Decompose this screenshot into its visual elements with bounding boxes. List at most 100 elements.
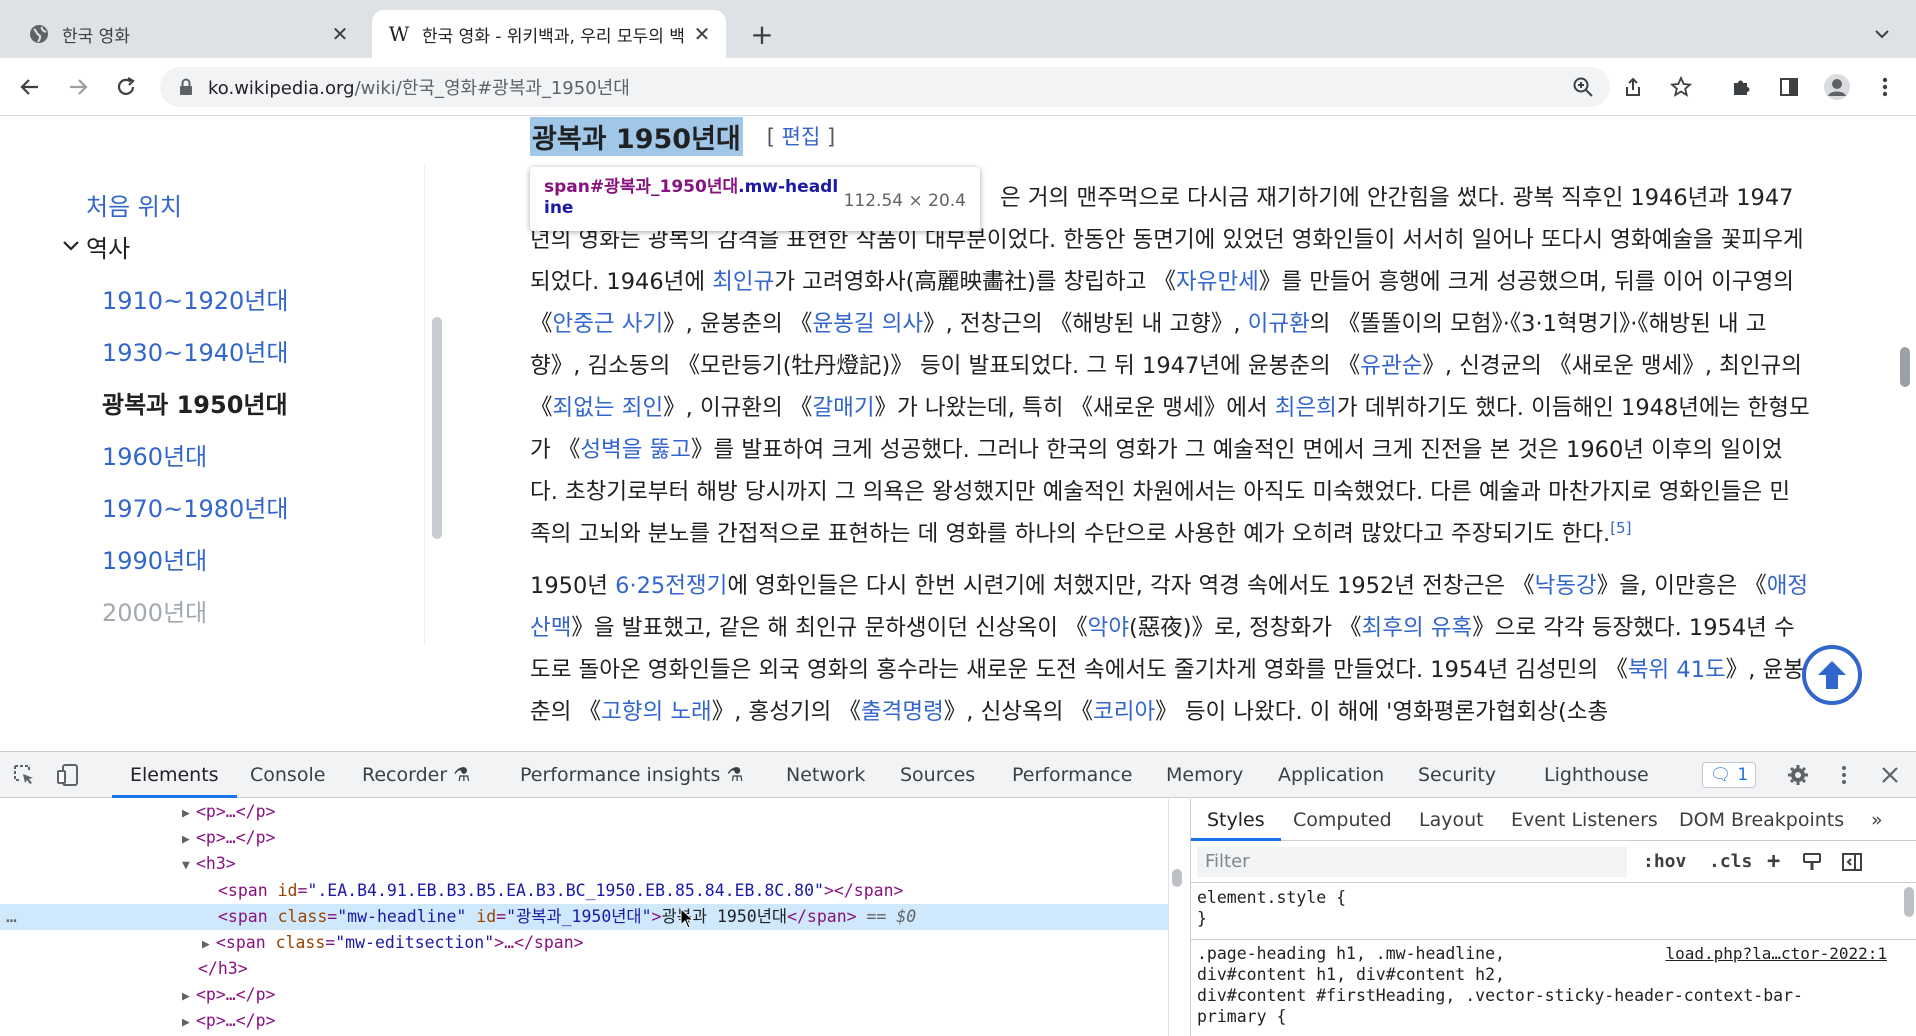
tab-elements[interactable]: Elements: [112, 752, 237, 798]
toggle-sidebar-icon[interactable]: [1841, 847, 1863, 877]
inspect-element-icon[interactable]: [10, 761, 38, 789]
tab-recorder[interactable]: Recorder ⚗: [362, 752, 470, 798]
address-bar[interactable]: ko.wikipedia.org/wiki/한국_영화#광복과_1950년대: [160, 67, 1610, 107]
rule-selector[interactable]: div#content #firstHeading, .vector-stick…: [1197, 985, 1897, 1006]
article-link[interactable]: 죄없는 죄인: [553, 395, 664, 421]
dom-node-p[interactable]: ▶ <p>…</p>: [0, 1008, 1168, 1034]
toc-item[interactable]: 1990년대: [102, 541, 207, 576]
profile-avatar-icon[interactable]: [1822, 72, 1852, 102]
article-link[interactable]: 안중근 사기: [553, 311, 664, 337]
dom-node-p[interactable]: ▶ <p>…</p>: [0, 982, 1168, 1008]
close-icon[interactable]: ✕: [326, 20, 354, 48]
reload-icon[interactable]: [108, 69, 144, 105]
back-icon[interactable]: [12, 69, 48, 105]
dom-node-selected[interactable]: … <span class="mw-headline" id="광복과_1950년…: [0, 904, 1168, 930]
scroll-to-top-button[interactable]: [1802, 645, 1862, 705]
article-link[interactable]: 갈매기: [812, 395, 874, 421]
rule-selector[interactable]: primary {: [1197, 1006, 1897, 1027]
extensions-icon[interactable]: [1726, 72, 1756, 102]
dom-node-p[interactable]: ▶ <p>…</p>: [0, 799, 1168, 825]
page-scrollbar[interactable]: [1900, 347, 1910, 387]
article-text: 》가 나왔는데, 특히 《새로운 맹세》에서: [874, 395, 1275, 421]
toc-item[interactable]: 2000년대: [102, 593, 207, 628]
browser-tab-active[interactable]: W 한국 영화 - 위키백과, 우리 모두의 백 ✕: [372, 10, 726, 58]
tab-security[interactable]: Security: [1418, 752, 1496, 798]
rule-element-style[interactable]: element.style {: [1197, 887, 1897, 908]
toc-item[interactable]: 1930~1940년대: [102, 333, 288, 368]
dom-node-h3[interactable]: ▼ <h3>: [0, 851, 1168, 877]
cls-toggle[interactable]: .cls: [1709, 847, 1752, 877]
dom-node-span[interactable]: ▶ <span class="mw-editsection">…</span>: [0, 930, 1168, 956]
tooltip-size: 112.54 × 20.4: [843, 191, 966, 211]
toc-item[interactable]: 1910~1920년대: [102, 281, 288, 316]
tab-lighthouse[interactable]: Lighthouse: [1544, 752, 1649, 798]
article-link[interactable]: 북위 41도: [1628, 657, 1726, 683]
toc-scrollbar[interactable]: [432, 317, 442, 539]
hov-toggle[interactable]: :hov: [1643, 847, 1686, 877]
tab-performance-insights[interactable]: Performance insights ⚗: [520, 752, 743, 798]
toc-item[interactable]: 1960년대: [102, 437, 207, 472]
more-menu-icon[interactable]: [1870, 72, 1900, 102]
close-icon[interactable]: ✕: [688, 20, 716, 48]
side-panel-icon[interactable]: [1774, 72, 1804, 102]
rule-source-link[interactable]: load.php?la…ctor-2022:1: [1665, 943, 1887, 964]
style-rules: element.style { } .page-heading h1, .mw-…: [1191, 887, 1916, 1027]
article-link[interactable]: 악야: [1088, 615, 1129, 641]
chevron-down-icon[interactable]: [60, 235, 82, 257]
settings-gear-icon[interactable]: [1784, 761, 1812, 789]
article-link[interactable]: 이규환: [1248, 311, 1310, 337]
toc-item[interactable]: 1970~1980년대: [102, 489, 288, 524]
styles-scrollbar[interactable]: [1904, 887, 1914, 917]
tab-console[interactable]: Console: [250, 752, 325, 798]
device-toolbar-icon[interactable]: [54, 761, 82, 789]
close-devtools-icon[interactable]: [1876, 761, 1904, 789]
dom-node-p[interactable]: ▶ <p>…</p>: [0, 825, 1168, 851]
article-link[interactable]: 코리아: [1093, 699, 1155, 725]
more-options-icon[interactable]: [1830, 761, 1858, 789]
article-link[interactable]: 최인규: [712, 269, 774, 295]
tab-network[interactable]: Network: [786, 752, 865, 798]
tab-application[interactable]: Application: [1278, 752, 1384, 798]
zoom-icon[interactable]: [1570, 74, 1596, 100]
dom-node-h3-close[interactable]: </h3>: [0, 956, 1168, 982]
issues-badge[interactable]: 🗨 1: [1702, 762, 1756, 788]
new-rule-icon[interactable]: +: [1767, 847, 1780, 877]
tab-computed[interactable]: Computed: [1293, 799, 1392, 841]
styles-filter-row: Filter :hov .cls +: [1191, 841, 1916, 883]
tab-styles[interactable]: Styles: [1191, 799, 1281, 841]
article-link[interactable]: 최후의 유혹: [1362, 615, 1473, 641]
toc-item-current[interactable]: 광복과 1950년대: [102, 385, 288, 420]
more-tabs-icon[interactable]: »: [1871, 799, 1883, 841]
tab-sources[interactable]: Sources: [900, 752, 975, 798]
chevron-down-icon[interactable]: [1868, 20, 1896, 48]
article-link[interactable]: 성벽을 뚫고: [580, 437, 691, 463]
edit-link[interactable]: 편집: [782, 125, 821, 149]
article-link[interactable]: 유관순: [1360, 353, 1422, 379]
article-link[interactable]: 최은희: [1275, 395, 1337, 421]
citation-link[interactable]: [5]: [1610, 519, 1631, 537]
article-link[interactable]: 고향의 노래: [601, 699, 712, 725]
styles-filter-input[interactable]: Filter: [1197, 847, 1627, 877]
forward-icon[interactable]: [60, 69, 96, 105]
article-link[interactable]: 출격명령: [861, 699, 944, 725]
article-link[interactable]: 자유만세: [1176, 269, 1259, 295]
dom-scrollbar[interactable]: [1168, 799, 1186, 1036]
tab-memory[interactable]: Memory: [1166, 752, 1243, 798]
tab-layout[interactable]: Layout: [1419, 799, 1484, 841]
article-link[interactable]: 낙동강: [1535, 573, 1597, 599]
dom-node-span[interactable]: <span id=".EA.B4.91.EB.B3.B5.EA.B3.BC_19…: [0, 878, 1168, 904]
tab-event-listeners[interactable]: Event Listeners: [1511, 799, 1658, 841]
toc-item-top[interactable]: 처음 위치: [86, 187, 182, 222]
rule-selector[interactable]: div#content h1, div#content h2,: [1197, 964, 1897, 985]
article-link[interactable]: 6·25전쟁기: [615, 573, 727, 599]
toc-section-history[interactable]: 역사: [86, 229, 130, 264]
new-tab-button[interactable]: +: [744, 16, 780, 52]
star-icon[interactable]: [1666, 72, 1696, 102]
lock-icon[interactable]: [178, 78, 194, 96]
browser-tab[interactable]: 한국 영화 ✕: [0, 10, 364, 58]
paint-brush-icon[interactable]: [1801, 847, 1823, 877]
tab-performance[interactable]: Performance: [1012, 752, 1132, 798]
tab-dom-breakpoints[interactable]: DOM Breakpoints: [1679, 799, 1844, 841]
share-icon[interactable]: [1618, 72, 1648, 102]
article-link[interactable]: 윤봉길 의사: [812, 311, 923, 337]
